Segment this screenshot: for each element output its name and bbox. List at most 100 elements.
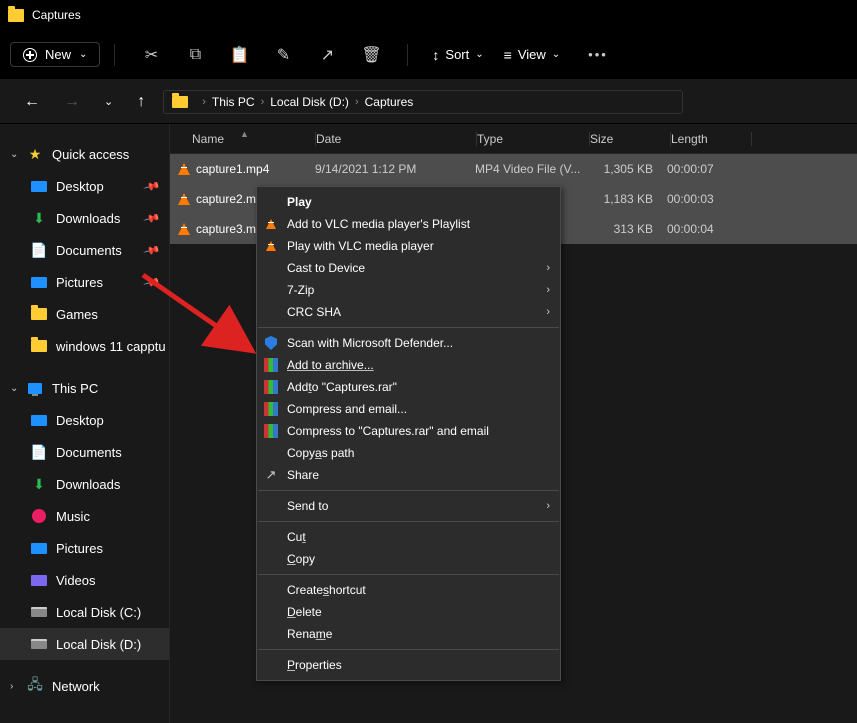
ctx-play[interactable]: Play: [257, 191, 560, 213]
file-date: 9/14/2021 1:12 PM: [315, 162, 475, 176]
sidebar-label: Games: [56, 307, 98, 322]
star-icon: ★: [26, 147, 44, 161]
shield-icon: [265, 336, 277, 350]
share-icon: ↗: [263, 467, 279, 483]
chevron-right-icon: ›: [355, 96, 359, 108]
separator: [407, 44, 408, 66]
sidebar-item-documents[interactable]: 📄 Documents 📌: [0, 234, 169, 266]
sidebar-item-documents2[interactable]: 📄 Documents: [0, 436, 169, 468]
sidebar-label: windows 11 capptu: [56, 339, 166, 354]
forward-button[interactable]: →: [64, 93, 80, 111]
copy-icon[interactable]: ⧉: [185, 46, 205, 64]
ctx-rename[interactable]: Rename: [257, 623, 560, 645]
winrar-icon: [264, 424, 278, 438]
paste-icon[interactable]: 📋: [229, 45, 249, 65]
plus-icon: [23, 48, 37, 62]
sidebar-item-disk-c[interactable]: Local Disk (C:): [0, 596, 169, 628]
view-button[interactable]: ≡ View ⌄: [504, 47, 561, 63]
ctx-delete[interactable]: Delete: [257, 601, 560, 623]
ctx-cast[interactable]: Cast to Device›: [257, 257, 560, 279]
sidebar-label: Local Disk (C:): [56, 605, 141, 620]
ctx-send-to[interactable]: Send to›: [257, 495, 560, 517]
ctx-defender[interactable]: Scan with Microsoft Defender...: [257, 332, 560, 354]
ctx-add-to-rar[interactable]: Add to "Captures.rar": [257, 376, 560, 398]
sidebar-item-this-pc[interactable]: ⌄ This PC: [0, 372, 169, 404]
sidebar-item-games[interactable]: Games: [0, 298, 169, 330]
separator: [114, 44, 115, 66]
column-date[interactable]: Date: [316, 132, 476, 146]
folder-icon: [31, 340, 47, 352]
desktop-icon: [31, 415, 47, 426]
sidebar-item-pictures2[interactable]: Pictures: [0, 532, 169, 564]
column-label: Size: [590, 132, 613, 146]
vlc-icon: [178, 163, 190, 175]
chevron-right-icon: ›: [261, 96, 265, 108]
documents-icon: 📄: [30, 445, 48, 459]
column-size[interactable]: Size: [590, 132, 670, 146]
sidebar-item-desktop[interactable]: Desktop 📌: [0, 170, 169, 202]
sidebar-item-disk-d[interactable]: Local Disk (D:): [0, 628, 169, 660]
breadcrumb-this-pc[interactable]: This PC: [212, 95, 255, 109]
vlc-icon: [178, 223, 190, 235]
ctx-compress-rar-email[interactable]: Compress to "Captures.rar" and email: [257, 420, 560, 442]
chevron-right-icon: ›: [546, 500, 550, 512]
ctx-cut[interactable]: Cut: [257, 526, 560, 548]
ctx-7zip[interactable]: 7-Zip›: [257, 279, 560, 301]
sidebar-item-win11[interactable]: windows 11 capptu: [0, 330, 169, 362]
up-button[interactable]: ↑: [137, 93, 145, 111]
sort-button[interactable]: ↕ Sort ⌄: [432, 47, 483, 63]
sidebar-item-music[interactable]: Music: [0, 500, 169, 532]
folder-icon: [31, 308, 47, 320]
desktop-icon: [31, 181, 47, 192]
ctx-share[interactable]: ↗Share: [257, 464, 560, 486]
disk-icon: [31, 607, 47, 617]
sidebar-item-network[interactable]: › 🖧 Network: [0, 670, 169, 702]
file-length: 00:00:03: [667, 192, 747, 206]
sidebar-label: Local Disk (D:): [56, 637, 141, 652]
file-row[interactable]: capture1.mp4 9/14/2021 1:12 PM MP4 Video…: [170, 154, 857, 184]
downloads-icon: ⬇: [30, 211, 48, 225]
recent-chevron-icon[interactable]: ⌄: [104, 95, 113, 108]
column-name[interactable]: ▲ Name: [170, 132, 315, 146]
breadcrumb-disk-d[interactable]: Local Disk (D:): [270, 95, 349, 109]
column-label: Type: [477, 132, 503, 146]
sidebar-label: Network: [52, 679, 100, 694]
chevron-down-icon: ⌄: [475, 49, 483, 60]
ctx-play-vlc[interactable]: Play with VLC media player: [257, 235, 560, 257]
videos-icon: [31, 575, 47, 586]
sidebar-item-downloads2[interactable]: ⬇ Downloads: [0, 468, 169, 500]
share-icon[interactable]: ↗: [317, 45, 337, 65]
toolbar: New ⌄ ✂ ⧉ 📋 ✎ ↗ 🗑 ↕ Sort ⌄ ≡ View ⌄ •••: [0, 30, 857, 80]
column-length[interactable]: Length: [671, 132, 751, 146]
new-button[interactable]: New ⌄: [10, 42, 100, 67]
ctx-crc[interactable]: CRC SHA›: [257, 301, 560, 323]
folder-icon: [8, 9, 24, 22]
delete-icon[interactable]: 🗑: [361, 45, 381, 65]
sidebar-item-desktop2[interactable]: Desktop: [0, 404, 169, 436]
ctx-copy-path[interactable]: Copy as path: [257, 442, 560, 464]
chevron-down-icon: ⌄: [79, 49, 87, 60]
cut-icon[interactable]: ✂: [141, 45, 161, 65]
ctx-add-archive[interactable]: Add to archive...: [257, 354, 560, 376]
breadcrumb-captures[interactable]: Captures: [365, 95, 414, 109]
ctx-compress-email[interactable]: Compress and email...: [257, 398, 560, 420]
pin-icon: 📌: [143, 209, 161, 227]
sidebar-item-downloads[interactable]: ⬇ Downloads 📌: [0, 202, 169, 234]
chevron-down-icon: ⌄: [552, 49, 560, 60]
sidebar-item-videos[interactable]: Videos: [0, 564, 169, 596]
sidebar-item-pictures[interactable]: Pictures 📌: [0, 266, 169, 298]
rename-icon[interactable]: ✎: [273, 45, 293, 65]
ctx-add-playlist[interactable]: Add to VLC media player's Playlist: [257, 213, 560, 235]
more-button[interactable]: •••: [588, 47, 608, 62]
chevron-right-icon: ›: [10, 681, 22, 692]
chevron-right-icon: ›: [546, 284, 550, 296]
ctx-copy[interactable]: Copy: [257, 548, 560, 570]
sidebar-item-quick-access[interactable]: ⌄ ★ Quick access: [0, 138, 169, 170]
title-bar: Captures: [0, 0, 857, 30]
column-type[interactable]: Type: [477, 132, 589, 146]
back-button[interactable]: ←: [24, 93, 40, 111]
file-length: 00:00:04: [667, 222, 747, 236]
ctx-shortcut[interactable]: Create shortcut: [257, 579, 560, 601]
breadcrumb[interactable]: › This PC › Local Disk (D:) › Captures: [163, 90, 683, 114]
ctx-properties[interactable]: Properties: [257, 654, 560, 676]
